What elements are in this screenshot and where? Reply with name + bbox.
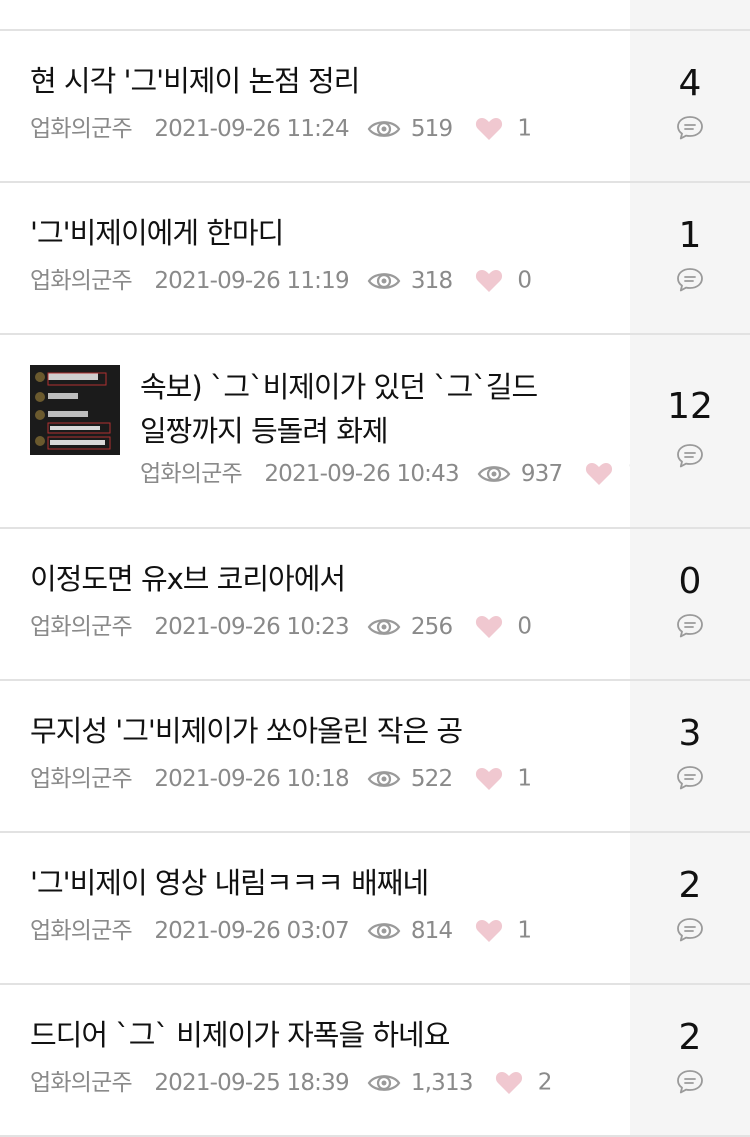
- post-main[interactable]: 현 시각 '그'비제이 논점 정리 업화의군주 2021-09-26 11:24…: [0, 31, 630, 181]
- post-meta: 업화의군주 2021-09-25 18:39 1,313 2: [30, 1067, 552, 1098]
- like-count: 0: [517, 613, 532, 640]
- post-date: 2021-09-26 11:19: [154, 267, 349, 294]
- eye-icon: [367, 1074, 401, 1091]
- comment-bubble-icon: [677, 918, 703, 942]
- post-main[interactable]: '그'비제이에게 한마디 업화의군주 2021-09-26 11:19 318 …: [0, 183, 630, 333]
- post-author[interactable]: 업화의군주: [30, 614, 133, 640]
- post-meta: 업화의군주 2021-09-26 11:24 519 1: [30, 113, 532, 144]
- comment-count: 2: [678, 1017, 702, 1058]
- comment-count-column[interactable]: 0: [630, 529, 750, 679]
- heart-icon: [585, 462, 612, 485]
- post-main[interactable]: 드디어 `그` 비제이가 자폭을 하네요 업화의군주 2021-09-25 18…: [0, 985, 630, 1135]
- post-main[interactable]: '그'비제이 영상 내림ㅋㅋㅋ 배째네 업화의군주 2021-09-26 03:…: [0, 833, 630, 983]
- post-main[interactable]: 이정도면 유x브 코리아에서 업화의군주 2021-09-26 10:23 25…: [0, 529, 630, 679]
- view-count: 814: [410, 917, 453, 944]
- comment-count-column[interactable]: 4: [630, 31, 750, 181]
- comment-count-column[interactable]: 2: [630, 833, 750, 983]
- post-row[interactable]: 속보) `그`비제이가 있던 `그`길드 일짱까지 등돌려 화제 업화의군주 2…: [0, 335, 750, 529]
- view-count: 522: [410, 765, 453, 792]
- comment-bubble-icon: [677, 614, 703, 638]
- post-title[interactable]: 이정도면 유x브 코리아에서: [30, 557, 610, 601]
- post-meta: 업화의군주 2021-09-26 10:23 256 0: [30, 611, 532, 642]
- post-meta: 업화의군주 2021-09-26 10:18 522 1: [30, 763, 532, 794]
- post-main[interactable]: 무지성 '그'비제이가 쏘아올린 작은 공 업화의군주 2021-09-26 1…: [0, 681, 630, 831]
- post-author[interactable]: 업화의군주: [30, 268, 133, 294]
- post-title[interactable]: 드디어 `그` 비제이가 자폭을 하네요: [30, 1013, 610, 1057]
- like-count: 1: [517, 115, 532, 142]
- heart-icon: [496, 1071, 523, 1094]
- like-count: 0: [517, 267, 532, 294]
- eye-icon: [367, 770, 401, 787]
- like-count: 1: [517, 917, 532, 944]
- view-count: 1,313: [410, 1069, 474, 1096]
- comment-count-column: [630, 0, 750, 29]
- post-row[interactable]: 드디어 `그` 비제이가 자폭을 하네요 업화의군주 2021-09-25 18…: [0, 985, 750, 1137]
- heart-icon: [475, 919, 502, 942]
- post-meta: 업화의군주 2021-09-26 11:19 318 0: [30, 265, 532, 296]
- post-author[interactable]: 업화의군주: [30, 918, 133, 944]
- post-title[interactable]: 속보) `그`비제이가 있던 `그`길드 일짱까지 등돌려 화제: [140, 365, 600, 453]
- comment-count: 12: [667, 386, 713, 427]
- post-row[interactable]: '그'비제이에게 한마디 업화의군주 2021-09-26 11:19 318 …: [0, 183, 750, 335]
- post-date: 2021-09-26 10:18: [154, 765, 349, 792]
- comment-count-column[interactable]: 3: [630, 681, 750, 831]
- eye-icon: [367, 618, 401, 635]
- comment-bubble-icon: [677, 116, 703, 140]
- comment-count: 1: [678, 215, 702, 256]
- post-author[interactable]: 업화의군주: [140, 461, 243, 487]
- heart-icon: [475, 615, 502, 638]
- comment-count-column[interactable]: 12: [630, 335, 750, 527]
- eye-icon: [477, 465, 511, 482]
- post-date: 2021-09-26 10:43: [264, 460, 459, 487]
- like-count: 1: [517, 765, 532, 792]
- post-date: 2021-09-26 10:23: [154, 613, 349, 640]
- post-main[interactable]: 속보) `그`비제이가 있던 `그`길드 일짱까지 등돌려 화제 업화의군주 2…: [0, 335, 642, 527]
- list-item-partial[interactable]: [0, 0, 750, 31]
- post-meta: 업화의군주 2021-09-26 10:43 937 1: [140, 458, 642, 489]
- comment-count-column[interactable]: 1: [630, 183, 750, 333]
- post-row[interactable]: 현 시각 '그'비제이 논점 정리 업화의군주 2021-09-26 11:24…: [0, 31, 750, 183]
- comment-count: 3: [678, 713, 702, 754]
- comment-count: 2: [678, 865, 702, 906]
- like-count: 2: [537, 1069, 553, 1096]
- post-row[interactable]: 무지성 '그'비제이가 쏘아올린 작은 공 업화의군주 2021-09-26 1…: [0, 681, 750, 833]
- post-thumbnail[interactable]: [30, 365, 120, 455]
- comment-count-column[interactable]: 2: [630, 985, 750, 1135]
- list-item-main: [0, 0, 630, 29]
- view-count: 519: [410, 115, 453, 142]
- view-count: 937: [520, 460, 563, 487]
- eye-icon: [367, 922, 401, 939]
- view-count: 256: [410, 613, 453, 640]
- comment-count: 4: [678, 63, 702, 104]
- post-date: 2021-09-26 03:07: [154, 917, 349, 944]
- heart-icon: [475, 767, 502, 790]
- post-date: 2021-09-25 18:39: [154, 1069, 349, 1096]
- thumbnail-image: [30, 365, 120, 455]
- comment-bubble-icon: [677, 1070, 703, 1094]
- eye-icon: [367, 120, 401, 137]
- heart-icon: [475, 269, 502, 292]
- post-author[interactable]: 업화의군주: [30, 116, 133, 142]
- comment-bubble-icon: [677, 444, 703, 468]
- eye-icon: [367, 272, 401, 289]
- view-count: 318: [410, 267, 453, 294]
- post-list: 현 시각 '그'비제이 논점 정리 업화의군주 2021-09-26 11:24…: [0, 31, 750, 1137]
- post-date: 2021-09-26 11:24: [154, 115, 349, 142]
- comment-bubble-icon: [677, 268, 703, 292]
- post-author[interactable]: 업화의군주: [30, 766, 133, 792]
- comment-count: 0: [678, 561, 702, 602]
- post-author[interactable]: 업화의군주: [30, 1070, 133, 1096]
- heart-icon: [475, 117, 502, 140]
- post-title[interactable]: 현 시각 '그'비제이 논점 정리: [30, 59, 610, 103]
- post-title[interactable]: '그'비제이에게 한마디: [30, 211, 610, 255]
- post-row[interactable]: 이정도면 유x브 코리아에서 업화의군주 2021-09-26 10:23 25…: [0, 529, 750, 681]
- post-meta: 업화의군주 2021-09-26 03:07 814 1: [30, 915, 532, 946]
- comment-bubble-icon: [677, 766, 703, 790]
- post-title[interactable]: 무지성 '그'비제이가 쏘아올린 작은 공: [30, 709, 610, 753]
- post-title[interactable]: '그'비제이 영상 내림ㅋㅋㅋ 배째네: [30, 861, 610, 905]
- post-row[interactable]: '그'비제이 영상 내림ㅋㅋㅋ 배째네 업화의군주 2021-09-26 03:…: [0, 833, 750, 985]
